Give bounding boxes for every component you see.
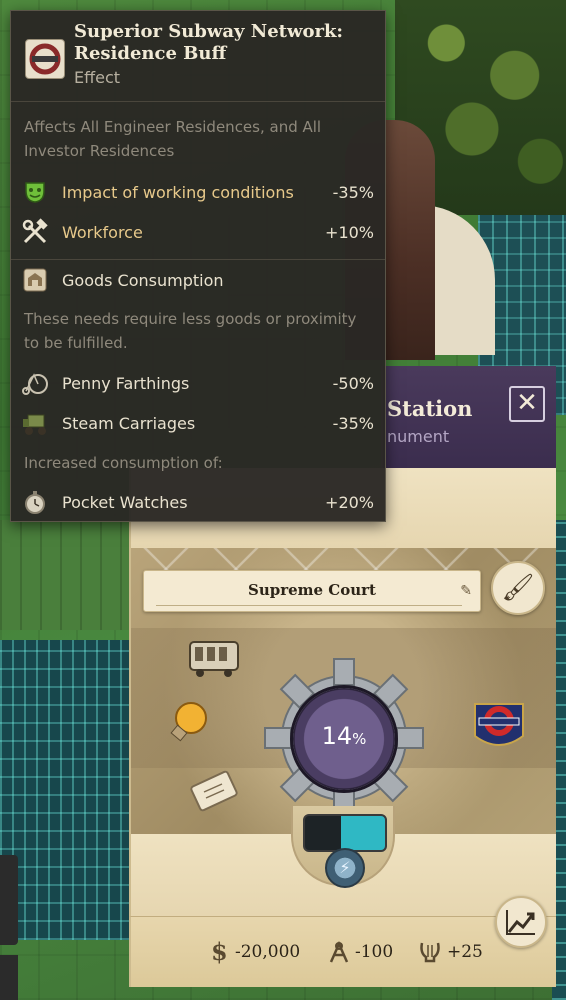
influence-icon	[329, 940, 349, 963]
goods-header-row: Goods Consumption	[19, 266, 374, 294]
light-bulb-icon[interactable]	[161, 698, 211, 748]
effect-label: Workforce	[62, 222, 143, 242]
statistics-button[interactable]	[495, 896, 547, 948]
tooltip-subtitle: Effect	[74, 68, 121, 87]
pocket-watch-icon	[19, 488, 51, 516]
warehouse-icon	[19, 266, 51, 294]
highlighted-building[interactable]	[0, 640, 150, 940]
panel-subtitle: nument	[387, 427, 450, 446]
lightning-icon: ⚡	[339, 858, 351, 877]
influence-stat: -100	[327, 937, 393, 967]
good-row: Pocket Watches +20%	[19, 488, 374, 516]
effect-row: Impact of working conditions -35%	[19, 178, 374, 206]
tooltip-divider	[11, 259, 385, 260]
money-stat: $ -20,000	[209, 937, 300, 967]
attractiveness-value: +25	[447, 942, 483, 962]
name-underline	[156, 605, 462, 606]
svg-text:$: $	[211, 939, 228, 965]
tooltip-title: Superior Subway Network: Residence Buff	[74, 21, 344, 64]
park-block	[0, 520, 140, 630]
money-icon: $	[211, 939, 228, 965]
influence-value: -100	[355, 942, 394, 962]
panel-header: Station nument ✕	[381, 366, 556, 468]
side-menu-tab[interactable]	[0, 855, 18, 945]
effect-value: -35%	[332, 182, 374, 202]
attractiveness-stat: +25	[417, 937, 483, 967]
paint-brush-icon: 🖌	[501, 573, 535, 603]
goods-consumption-label: Goods Consumption	[62, 270, 224, 290]
effect-tooltip: Superior Subway Network: Residence Buff …	[10, 10, 386, 522]
effect-row: Workforce +10%	[19, 218, 374, 246]
tram-car-icon[interactable]	[186, 636, 242, 680]
panel-main-area: Supreme Court ✎ 🖌 14%	[129, 548, 556, 834]
good-value: +20%	[325, 492, 374, 512]
maintenance-footer: $ -20,000 -100 +25	[129, 916, 556, 987]
steam-carriage-icon	[19, 409, 51, 437]
lyre-icon	[420, 942, 440, 963]
hammer-wrench-icon	[19, 218, 51, 246]
underground-sign-icon[interactable]	[469, 696, 529, 756]
effect-value: +10%	[325, 222, 374, 242]
good-value: -50%	[332, 373, 374, 393]
subway-badge-icon	[25, 39, 65, 79]
penny-farthing-icon	[19, 369, 51, 397]
good-row: Steam Carriages -35%	[19, 409, 374, 437]
good-label: Penny Farthings	[62, 373, 190, 393]
side-menu-tab[interactable]	[0, 955, 18, 1000]
money-value: -20,000	[235, 942, 301, 962]
building-name-input[interactable]: Supreme Court ✎	[143, 570, 481, 612]
good-value: -35%	[332, 413, 374, 433]
ticket-icon[interactable]	[186, 768, 244, 818]
close-button[interactable]: ✕	[509, 386, 545, 422]
electricity-button[interactable]: ⚡	[325, 848, 365, 888]
tooltip-header: Superior Subway Network: Residence Buff …	[11, 11, 385, 102]
increased-header: Increased consumption of:	[24, 454, 223, 472]
productivity-percent: 14%	[321, 722, 367, 750]
good-label: Steam Carriages	[62, 413, 196, 433]
chart-trend-icon	[506, 910, 535, 935]
pencil-icon: ✎	[460, 583, 472, 599]
productivity-gauge[interactable]: 14%	[293, 688, 395, 790]
good-row: Penny Farthings -50%	[19, 369, 374, 397]
panel-title: Station	[387, 396, 473, 421]
effect-label: Impact of working conditions	[62, 182, 294, 202]
affects-description: Affects All Engineer Residences, and All…	[24, 118, 322, 160]
good-label: Pocket Watches	[62, 492, 188, 512]
theater-mask-icon	[19, 178, 51, 206]
paint-brush-button[interactable]: 🖌	[491, 561, 545, 615]
goods-description: These needs require less goods or proxim…	[24, 310, 357, 352]
electricity-bar	[303, 814, 387, 852]
building-name-text: Supreme Court	[248, 581, 376, 599]
